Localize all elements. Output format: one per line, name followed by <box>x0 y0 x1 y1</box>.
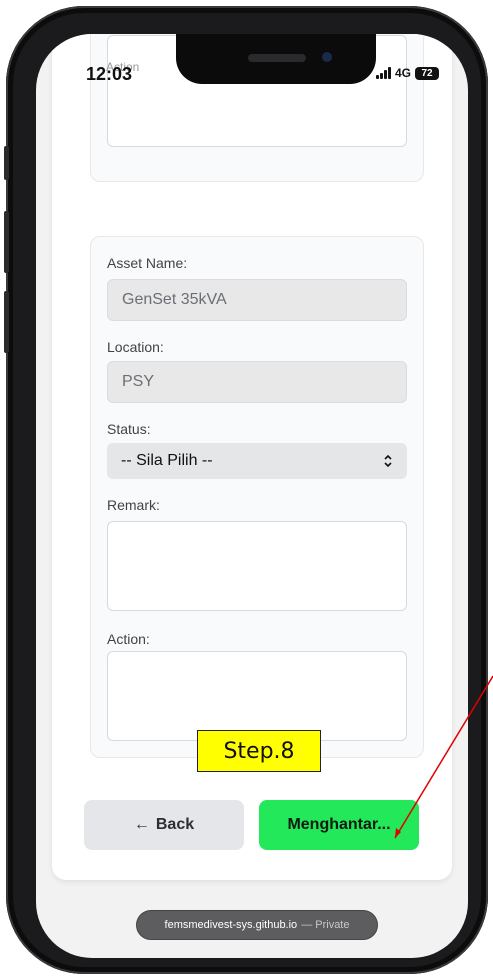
status-indicators: 4G 72 <box>376 66 440 80</box>
remark-textarea[interactable] <box>107 521 407 611</box>
submit-button-label: Menghantar... <box>287 816 391 833</box>
action-label: Action: <box>107 631 150 647</box>
location-field: PSY <box>107 361 407 403</box>
asset-name-field: GenSet 35kVA <box>107 279 407 321</box>
status-time: 12:03 <box>86 64 133 84</box>
battery-icon: 72 <box>415 66 440 80</box>
front-camera <box>322 52 332 62</box>
url-private-label: — Private <box>301 919 350 931</box>
volume-down-button <box>4 291 9 353</box>
back-arrow-icon: ← <box>133 816 150 833</box>
speaker-grille <box>248 54 306 62</box>
asset-form-card: Asset Name: GenSet 35kVA Location: PSY S… <box>90 236 424 758</box>
action-textarea[interactable] <box>107 651 407 741</box>
asset-name-label: Asset Name: <box>107 255 188 271</box>
mute-switch <box>4 146 9 180</box>
network-type: 4G <box>395 66 412 80</box>
status-select[interactable]: -- Sila Pilih -- <box>107 443 407 479</box>
location-label: Location: <box>107 339 164 355</box>
back-button[interactable]: ← Back <box>84 800 244 850</box>
step-annotation: Step.8 <box>197 730 321 772</box>
chevron-updown-icon <box>384 454 392 468</box>
remark-label: Remark: <box>107 497 160 513</box>
signal-icon <box>376 67 391 79</box>
back-button-label: Back <box>155 816 195 833</box>
phone-notch <box>176 34 376 84</box>
url-domain: femsmedivest-sys.github.io <box>164 919 298 931</box>
submit-button[interactable]: Menghantar... <box>259 800 419 850</box>
status-select-value: -- Sila Pilih -- <box>121 452 213 469</box>
status-label: Status: <box>107 421 151 437</box>
volume-up-button <box>4 211 9 273</box>
browser-url-bar[interactable]: femsmedivest-sys.github.io — Private <box>136 910 378 940</box>
